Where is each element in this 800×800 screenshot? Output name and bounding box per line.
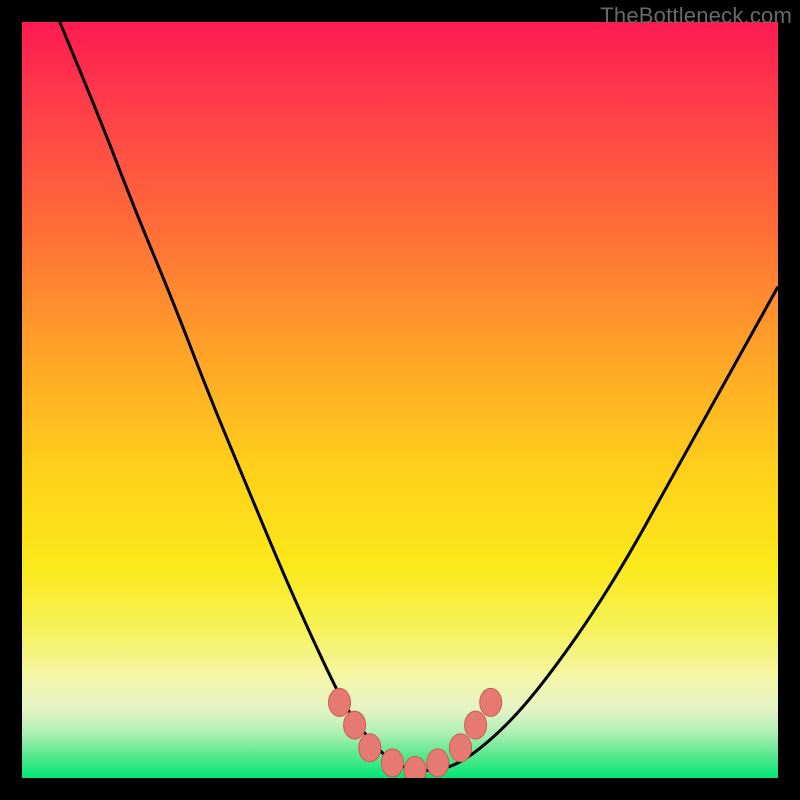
marker-point: [465, 711, 487, 739]
chart-outer-frame: TheBottleneck.com: [0, 0, 800, 800]
marker-point: [450, 734, 472, 762]
bottleneck-curve: [60, 22, 778, 770]
marker-point: [329, 688, 351, 716]
plot-area: [22, 22, 778, 778]
marker-point: [404, 756, 426, 778]
marker-point: [344, 711, 366, 739]
watermark-text: TheBottleneck.com: [600, 3, 792, 29]
highlight-markers: [329, 688, 502, 778]
marker-point: [381, 749, 403, 777]
marker-point: [359, 734, 381, 762]
marker-point: [427, 749, 449, 777]
curve-path: [60, 22, 778, 770]
marker-point: [480, 688, 502, 716]
curve-layer: [22, 22, 778, 778]
